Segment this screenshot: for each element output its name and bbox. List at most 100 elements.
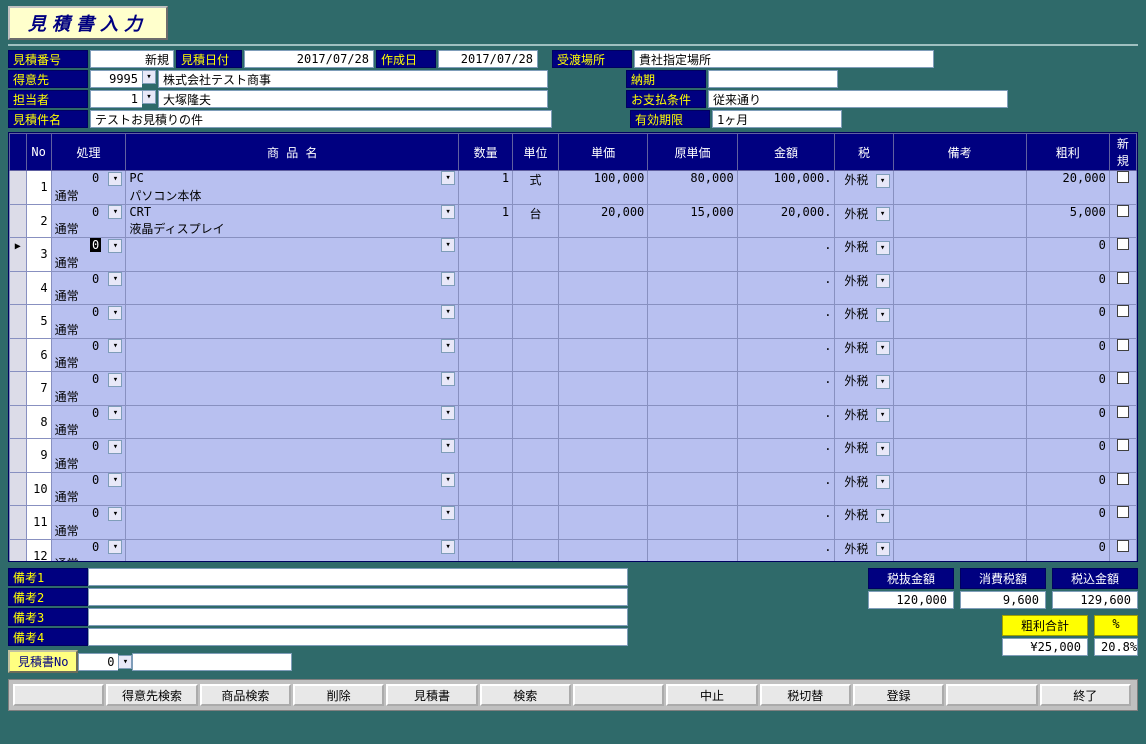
pay-value[interactable]: 従来通り (708, 90, 1008, 108)
item-code-cell[interactable]: 0 ▾ (51, 472, 126, 488)
row-selector[interactable] (10, 338, 27, 372)
footer-btn-1[interactable] (13, 684, 104, 706)
item-code-cell[interactable]: 0 ▾ (51, 405, 126, 421)
cost-cell[interactable] (648, 405, 737, 439)
proc-cell[interactable]: 通常 (51, 388, 126, 406)
exit-button[interactable]: 終了 (1040, 684, 1131, 706)
dropdown-icon[interactable]: ▾ (441, 506, 455, 520)
qty-cell[interactable] (459, 338, 513, 372)
proc-cell[interactable]: 通常 (51, 287, 126, 305)
qty-cell[interactable] (459, 271, 513, 305)
row-selector[interactable] (10, 439, 27, 473)
search-button[interactable]: 検索 (480, 684, 571, 706)
delivery-place-value[interactable]: 貴社指定場所 (634, 50, 934, 68)
amount-cell[interactable]: . (737, 271, 835, 305)
proc-cell[interactable]: 通常 (51, 522, 126, 540)
row-selector[interactable] (10, 506, 27, 540)
item-search-button[interactable]: 商品検索 (200, 684, 291, 706)
new-checkbox[interactable] (1109, 238, 1136, 272)
item-code-cell[interactable]: 0 ▾ (51, 439, 126, 455)
unit-cell[interactable] (513, 439, 559, 473)
new-checkbox[interactable] (1109, 338, 1136, 372)
item-name-bottom[interactable] (126, 321, 459, 339)
unit-cell[interactable]: 式 (513, 171, 559, 205)
dropdown-icon[interactable]: ▾ (108, 339, 122, 353)
amount-cell[interactable]: . (737, 439, 835, 473)
item-name-top[interactable]: ▾ (126, 305, 459, 321)
price-cell[interactable]: 20,000 (558, 204, 647, 238)
dropdown-icon[interactable]: ▾ (876, 375, 890, 389)
price-cell[interactable] (558, 372, 647, 406)
dropdown-icon[interactable]: ▾ (876, 274, 890, 288)
dropdown-icon[interactable]: ▾ (876, 408, 890, 422)
tax-cell[interactable]: 外税 ▾ (835, 238, 893, 272)
dropdown-icon[interactable]: ▾ (108, 306, 122, 320)
dropdown-icon[interactable]: ▾ (876, 442, 890, 456)
customer-search-button[interactable]: 得意先検索 (106, 684, 197, 706)
tax-cell[interactable]: 外税 ▾ (835, 506, 893, 540)
delete-button[interactable]: 削除 (293, 684, 384, 706)
dropdown-icon[interactable]: ▾ (441, 171, 455, 185)
dropdown-icon[interactable]: ▾ (108, 406, 122, 420)
item-code-cell[interactable]: 0 ▾ (51, 238, 126, 254)
qty-cell[interactable]: 1 (459, 171, 513, 205)
dropdown-icon[interactable]: ▾ (441, 372, 455, 386)
item-name-bottom[interactable]: パソコン本体 (126, 187, 459, 205)
note-cell[interactable] (893, 204, 1026, 238)
item-name-bottom[interactable] (126, 522, 459, 540)
row-selector[interactable] (10, 405, 27, 439)
unit-cell[interactable] (513, 271, 559, 305)
unit-cell[interactable] (513, 405, 559, 439)
unit-cell[interactable] (513, 472, 559, 506)
due-value[interactable] (708, 70, 838, 88)
person-name[interactable]: 大塚隆夫 (158, 90, 548, 108)
item-name-top[interactable]: ▾ (126, 506, 459, 522)
note-cell[interactable] (893, 472, 1026, 506)
quote-date-value[interactable]: 2017/07/28 (244, 50, 374, 68)
amount-cell[interactable]: . (737, 539, 835, 562)
tax-cell[interactable]: 外税 ▾ (835, 171, 893, 205)
amount-cell[interactable]: . (737, 372, 835, 406)
new-checkbox[interactable] (1109, 372, 1136, 406)
new-checkbox[interactable] (1109, 405, 1136, 439)
amount-cell[interactable]: . (737, 472, 835, 506)
item-name-top[interactable]: ▾ (126, 338, 459, 354)
item-name-bottom[interactable] (126, 388, 459, 406)
unit-cell[interactable] (513, 338, 559, 372)
price-cell[interactable] (558, 506, 647, 540)
cost-cell[interactable] (648, 472, 737, 506)
price-cell[interactable] (558, 405, 647, 439)
proc-cell[interactable]: 通常 (51, 488, 126, 506)
unit-cell[interactable]: 台 (513, 204, 559, 238)
estimate-button[interactable]: 見積書 (386, 684, 477, 706)
dropdown-icon[interactable]: ▾ (441, 238, 455, 252)
amount-cell[interactable]: 20,000. (737, 204, 835, 238)
dropdown-icon[interactable]: ▾ (108, 205, 122, 219)
unit-cell[interactable] (513, 238, 559, 272)
remark1-input[interactable] (88, 568, 628, 586)
note-cell[interactable] (893, 305, 1026, 339)
tax-cell[interactable]: 外税 ▾ (835, 372, 893, 406)
item-code-cell[interactable]: 0 ▾ (51, 171, 126, 187)
dropdown-icon[interactable]: ▾ (108, 239, 122, 253)
estimate-no-name[interactable] (132, 653, 292, 671)
price-cell[interactable] (558, 439, 647, 473)
dropdown-icon[interactable]: ▾ (876, 542, 890, 556)
item-code-cell[interactable]: 0 ▾ (51, 204, 126, 220)
item-name-top[interactable]: ▾ (126, 405, 459, 421)
new-checkbox[interactable] (1109, 204, 1136, 238)
footer-btn-7[interactable] (573, 684, 664, 706)
new-checkbox[interactable] (1109, 271, 1136, 305)
proc-cell[interactable]: 通常 (51, 421, 126, 439)
dropdown-icon[interactable]: ▾ (108, 272, 122, 286)
estimate-no-value[interactable]: 0 (78, 653, 118, 671)
qty-cell[interactable] (459, 372, 513, 406)
remark3-input[interactable] (88, 608, 628, 626)
item-name-bottom[interactable]: 液晶ディスプレイ (126, 220, 459, 238)
new-checkbox[interactable] (1109, 539, 1136, 562)
new-checkbox[interactable] (1109, 472, 1136, 506)
proc-cell[interactable]: 通常 (51, 321, 126, 339)
item-code-cell[interactable]: 0 ▾ (51, 305, 126, 321)
new-checkbox[interactable] (1109, 171, 1136, 205)
dropdown-icon[interactable]: ▾ (441, 339, 455, 353)
